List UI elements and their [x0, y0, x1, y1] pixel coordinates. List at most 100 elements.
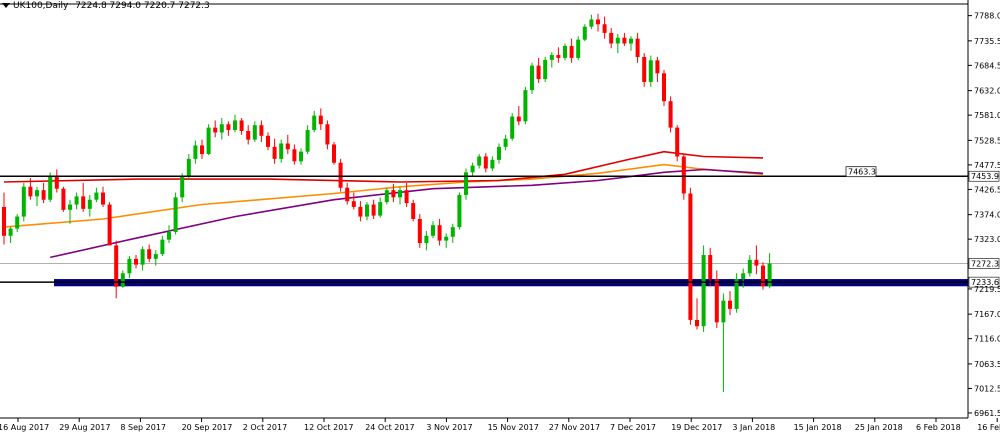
candle-body	[378, 202, 383, 216]
candle-body	[193, 145, 198, 159]
object-label-text: 7463.3	[848, 168, 876, 177]
candle-body	[226, 124, 231, 131]
y-tick-label: 7219.5	[974, 285, 1000, 294]
candle-body	[48, 175, 53, 200]
candle-body	[180, 175, 185, 198]
candle-body	[662, 73, 666, 102]
dropdown-icon	[2, 3, 10, 8]
candle-body	[424, 235, 429, 244]
candle-body	[127, 258, 132, 274]
x-tick-label: 3 Jan 2018	[732, 423, 775, 432]
candle-body	[596, 19, 600, 25]
candle-body	[153, 254, 158, 259]
x-tick-label: 2 Oct 2017	[243, 423, 287, 432]
price-chart[interactable]: 7463.37453.97272.37233.6 7788.07735.5768…	[0, 0, 1000, 438]
candle-body	[437, 225, 442, 241]
x-tick-label: 8 Sep 2017	[120, 423, 166, 432]
candle-body	[530, 65, 534, 91]
candle-body	[417, 218, 422, 244]
candle-body	[173, 197, 178, 232]
ohlc-values: 7224.8 7294.0 7220.7 7272.3	[75, 1, 210, 11]
candle-body	[444, 236, 449, 241]
candle-body	[292, 149, 297, 162]
candle-body	[325, 124, 330, 145]
candle-body	[2, 206, 6, 236]
candle-body	[140, 249, 145, 265]
x-tick-label: 16 Feb 2018	[977, 423, 1000, 432]
candle-body	[675, 127, 680, 157]
candle-body	[721, 300, 726, 323]
candle-body	[358, 206, 363, 217]
candle-body	[655, 60, 660, 74]
candle-body	[312, 115, 317, 131]
candle-body	[688, 193, 693, 320]
candle-body	[15, 216, 20, 229]
candle-body	[523, 90, 528, 122]
x-tick-label: 20 Sep 2017	[182, 423, 233, 432]
candle-body	[754, 259, 759, 266]
candle-body	[503, 138, 508, 147]
candle-body	[8, 228, 13, 236]
y-tick-label: 7012.5	[974, 384, 1000, 393]
candle-body	[615, 37, 620, 44]
x-tick-label: 12 Oct 2017	[304, 423, 353, 432]
candle-body	[563, 45, 567, 58]
candle-body	[219, 124, 224, 133]
candle-body	[186, 158, 191, 176]
candle-body	[305, 130, 310, 152]
candle-body	[285, 143, 290, 150]
candle-body	[266, 135, 270, 147]
candle-body	[28, 186, 33, 197]
y-tick-label: 7528.5	[974, 136, 1000, 145]
candle-body	[589, 19, 594, 27]
x-tick-label: 7 Dec 2017	[610, 423, 656, 432]
candle-body	[87, 199, 92, 209]
y-tick-label: 6961.5	[974, 409, 1000, 418]
candle-body	[120, 273, 125, 287]
candle-body	[101, 192, 105, 205]
candle-body	[107, 204, 112, 246]
candle-body	[299, 151, 303, 162]
y-tick-label: 7426.5	[974, 185, 1000, 194]
candle-body	[549, 55, 554, 60]
candle-body	[213, 127, 218, 133]
candle-body	[134, 258, 138, 265]
candle-body	[602, 24, 607, 33]
candle-body	[404, 190, 409, 204]
y-tick-label: 7477.5	[974, 161, 1000, 170]
candle-body	[450, 227, 455, 237]
candle-body	[728, 300, 732, 309]
candle-body	[233, 120, 237, 131]
candle-body	[767, 263, 772, 287]
candle-body	[167, 231, 171, 240]
y-tick-label: 7581.0	[974, 111, 1000, 120]
x-tick-label: 19 Dec 2017	[671, 423, 722, 432]
chart-window[interactable]: 7463.3 7453.9 7272.3 7233.6 7788.0 7735.5 768…	[0, 0, 1000, 438]
candle-body	[569, 45, 574, 58]
candle-body	[497, 146, 501, 160]
level-1-price-tag-text: 7453.9	[971, 172, 999, 181]
candle-body	[516, 116, 521, 122]
candle-body	[431, 225, 435, 236]
y-tick-label: 7374.0	[974, 211, 1000, 220]
candle-body	[272, 146, 277, 159]
candle-body	[338, 162, 343, 188]
y-tick-label: 7323.0	[974, 235, 1000, 244]
candle-body	[536, 65, 541, 80]
x-tick-label: 16 Aug 2017	[0, 423, 49, 432]
candle-body	[147, 249, 152, 259]
x-tick-label: 29 Aug 2017	[59, 423, 110, 432]
candle-body	[21, 186, 26, 217]
candle-body	[747, 259, 752, 274]
candle-body	[734, 279, 739, 309]
y-tick-label: 7063.5	[974, 360, 1000, 369]
candle-body	[470, 165, 475, 173]
x-tick-label: 27 Nov 2017	[549, 423, 600, 432]
candle-body	[708, 255, 713, 280]
candle-body	[239, 120, 244, 131]
candle-body	[391, 190, 396, 198]
candle-body	[635, 38, 640, 57]
candle-body	[622, 37, 627, 44]
candle-body	[681, 156, 686, 194]
candle-body	[576, 39, 581, 58]
